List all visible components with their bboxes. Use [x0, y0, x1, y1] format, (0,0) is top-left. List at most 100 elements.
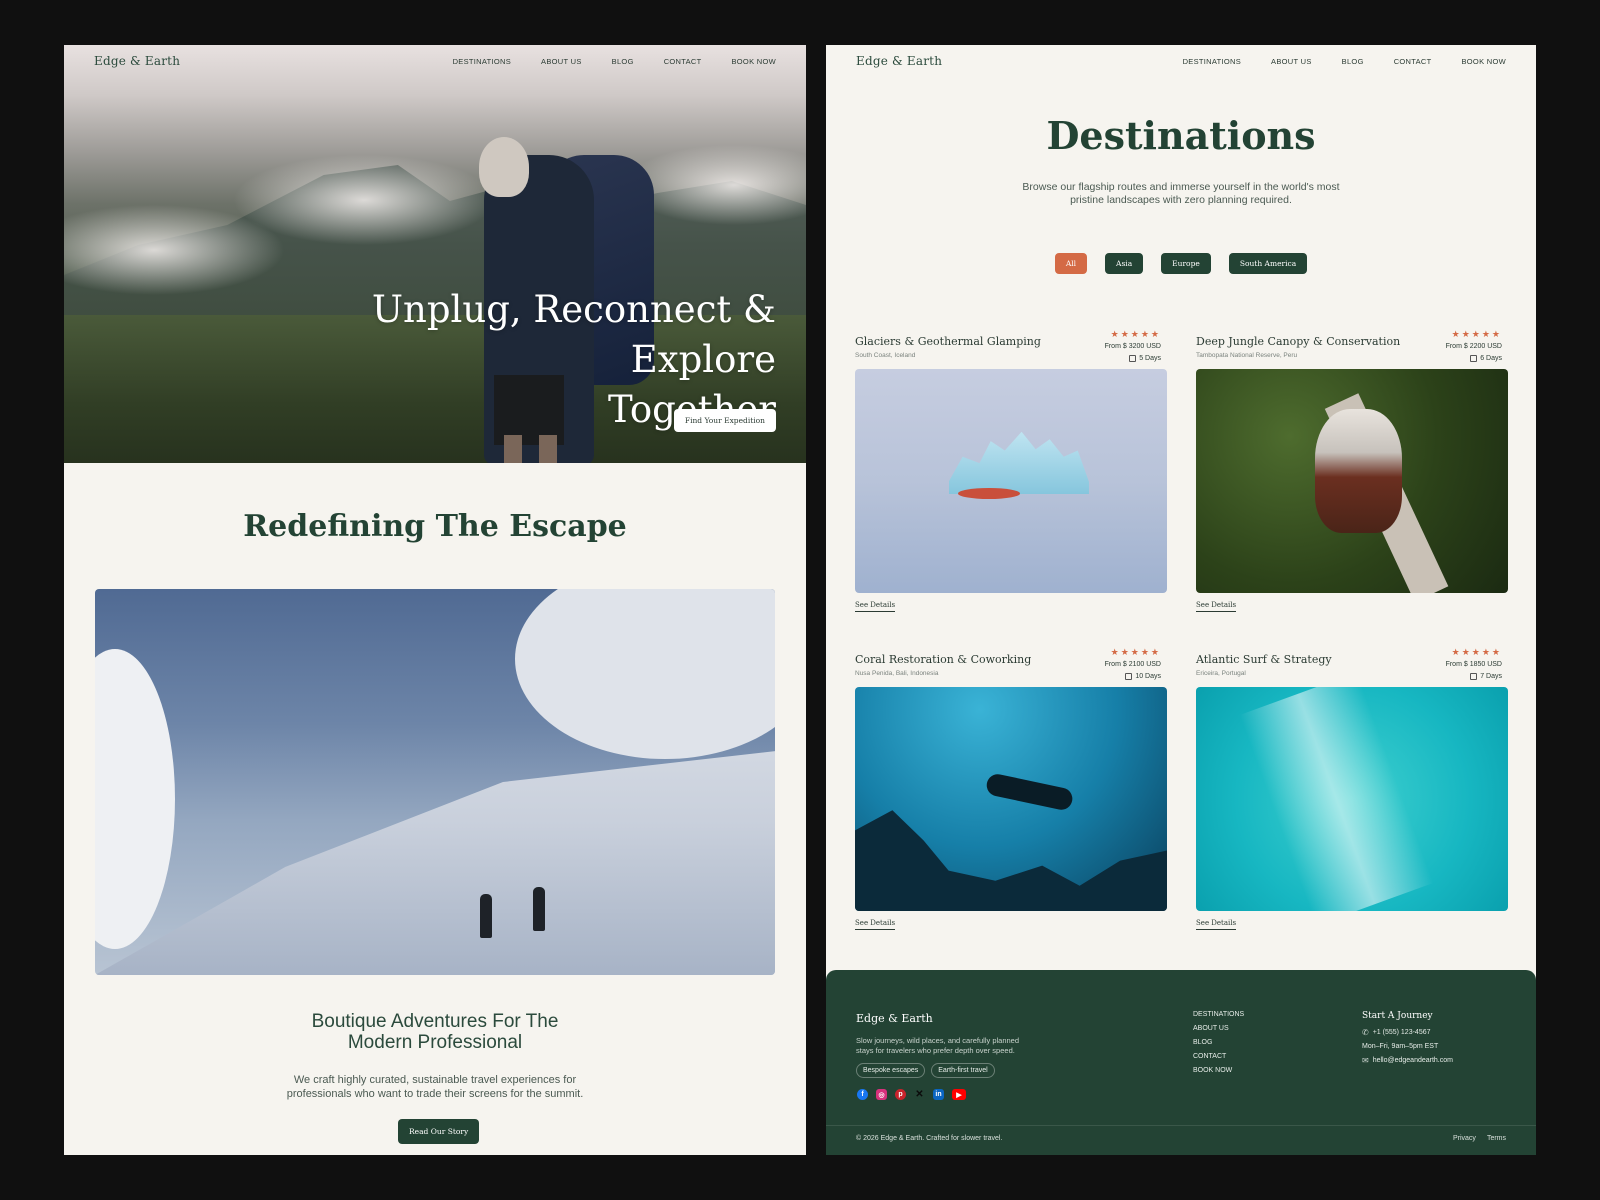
duration-label: 5 Days: [1139, 355, 1161, 362]
footer-link-about-us[interactable]: ABOUT US: [1193, 1025, 1244, 1032]
footer: Edge & Earth Slow journeys, wild places,…: [826, 970, 1536, 1155]
phone-number[interactable]: +1 (555) 123-4567: [1373, 1029, 1431, 1036]
coral-image[interactable]: [855, 687, 1167, 911]
youtube-icon[interactable]: ▶: [952, 1089, 966, 1100]
surf-image[interactable]: [1196, 687, 1508, 911]
see-details-link[interactable]: See Details: [1196, 919, 1237, 930]
card-title[interactable]: Coral Restoration & Coworking: [855, 653, 1031, 666]
see-details-link[interactable]: See Details: [855, 919, 896, 930]
card-duration: 7 Days: [1470, 673, 1502, 680]
footer-divider: [826, 1125, 1536, 1126]
page-intro-line2: pristine landscapes with zero planning r…: [1070, 194, 1292, 206]
nav-destinations[interactable]: DESTINATIONS: [453, 57, 511, 66]
calendar-icon: [1125, 673, 1133, 680]
card-location: Tambopata National Reserve, Peru: [1196, 352, 1298, 359]
nav-book-now[interactable]: BOOK NOW: [732, 57, 777, 66]
contact-email[interactable]: ✉ hello@edgeandearth.com: [1362, 1056, 1453, 1065]
find-expedition-button[interactable]: Find Your Expedition: [673, 409, 776, 432]
footer-tag: Bespoke escapes: [856, 1063, 926, 1078]
cloud: [95, 649, 175, 949]
boat: [957, 487, 1021, 499]
nav-book-now[interactable]: BOOK NOW: [1462, 57, 1507, 66]
x-icon[interactable]: ✕: [914, 1089, 925, 1100]
diver: [984, 772, 1075, 813]
nav-blog[interactable]: BLOG: [1342, 57, 1364, 66]
nav-blog[interactable]: BLOG: [612, 57, 634, 66]
filter-europe[interactable]: Europe: [1161, 253, 1211, 274]
facebook-icon[interactable]: f: [857, 1089, 868, 1100]
rating-stars: ★★★★★: [1110, 647, 1161, 657]
pinterest-icon[interactable]: p: [895, 1089, 906, 1100]
subtitle-line2: Modern Professional: [347, 1032, 523, 1053]
intro-line2: professionals who want to trade their sc…: [286, 1088, 584, 1100]
nav-destinations[interactable]: DESTINATIONS: [1183, 57, 1241, 66]
footer-logo[interactable]: Edge & Earth: [856, 1012, 933, 1025]
phone-icon: ✆: [1362, 1028, 1369, 1037]
contact-phone[interactable]: ✆ +1 (555) 123-4567: [1362, 1028, 1453, 1037]
brand-logo[interactable]: Edge & Earth: [94, 54, 180, 68]
nav-about-us[interactable]: ABOUT US: [541, 57, 582, 66]
footer-description-line2: stays for travelers who prefer depth ove…: [856, 1046, 1015, 1055]
snow-mountain-image: [95, 589, 775, 975]
subtitle: Boutique Adventures For The Modern Profe…: [64, 1011, 806, 1053]
read-story-button[interactable]: Read Our Story: [398, 1119, 480, 1144]
footer-link-book-now[interactable]: BOOK NOW: [1193, 1067, 1244, 1074]
filter-asia[interactable]: Asia: [1105, 253, 1144, 274]
footer-description: Slow journeys, wild places, and carefull…: [856, 1036, 1036, 1056]
linkedin-icon[interactable]: in: [933, 1089, 944, 1100]
climber: [533, 887, 545, 931]
brand-logo[interactable]: Edge & Earth: [856, 54, 942, 68]
nav-about-us[interactable]: ABOUT US: [1271, 57, 1312, 66]
card-price: From $ 2100 USD: [1104, 661, 1161, 668]
see-details-link[interactable]: See Details: [855, 601, 896, 612]
footer-link-blog[interactable]: BLOG: [1193, 1039, 1244, 1046]
filter-all[interactable]: All: [1054, 253, 1088, 274]
page-title: Destinations: [1046, 113, 1316, 158]
footer-link-contact[interactable]: CONTACT: [1193, 1053, 1244, 1060]
footer-tag: Earth-first travel: [931, 1063, 995, 1078]
see-details-link[interactable]: See Details: [1196, 601, 1237, 612]
calendar-icon: [1470, 355, 1478, 362]
reef: [855, 810, 1167, 911]
card-title[interactable]: Deep Jungle Canopy & Conservation: [1196, 335, 1400, 348]
subtitle-line1: Boutique Adventures For The: [311, 1011, 559, 1032]
filter-south-america[interactable]: South America: [1228, 253, 1308, 274]
filter-bar: All Asia Europe South America: [826, 253, 1536, 274]
cloud: [515, 589, 775, 759]
footer-nav: DESTINATIONS ABOUT US BLOG CONTACT BOOK …: [1193, 1011, 1244, 1074]
card-title[interactable]: Glaciers & Geothermal Glamping: [855, 335, 1041, 348]
duration-label: 6 Days: [1480, 355, 1502, 362]
page-intro: Browse our flagship routes and immerse y…: [826, 181, 1536, 207]
footer-link-destinations[interactable]: DESTINATIONS: [1193, 1011, 1244, 1018]
nav-contact[interactable]: CONTACT: [1394, 57, 1432, 66]
card-location: Ericeira, Portugal: [1196, 670, 1246, 677]
card-location: South Coast, Iceland: [855, 352, 916, 359]
hiker-hood: [479, 137, 529, 197]
intro-text: We craft highly curated, sustainable tra…: [64, 1073, 806, 1101]
hero-title-line1: Unplug, Reconnect & Explore: [371, 288, 776, 381]
card-duration: 5 Days: [1129, 355, 1161, 362]
nav-contact[interactable]: CONTACT: [664, 57, 702, 66]
rating-stars: ★★★★★: [1451, 647, 1502, 657]
footer-tags: Bespoke escapes Earth-first travel: [856, 1063, 995, 1078]
iceberg: [948, 431, 1089, 495]
intro-line1: We craft highly curated, sustainable tra…: [293, 1074, 577, 1086]
legal-links: Privacy Terms: [1453, 1135, 1506, 1142]
email-address[interactable]: hello@edgeandearth.com: [1373, 1057, 1453, 1064]
monkey: [1314, 409, 1402, 533]
instagram-icon[interactable]: ◎: [876, 1089, 887, 1100]
glacier-image[interactable]: [855, 369, 1167, 593]
section-title: Redefining The Escape: [243, 509, 627, 544]
footer-description-line1: Slow journeys, wild places, and carefull…: [856, 1036, 1020, 1045]
nav-menu: DESTINATIONS ABOUT US BLOG CONTACT BOOK …: [1183, 57, 1506, 66]
duration-label: 10 Days: [1135, 673, 1161, 680]
contact-title: Start A Journey: [1362, 1011, 1433, 1021]
privacy-link[interactable]: Privacy: [1453, 1135, 1476, 1142]
rating-stars: ★★★★★: [1451, 329, 1502, 339]
card-title[interactable]: Atlantic Surf & Strategy: [1196, 653, 1332, 666]
jungle-image[interactable]: [1196, 369, 1508, 593]
copyright: © 2026 Edge & Earth. Crafted for slower …: [856, 1135, 1003, 1142]
social-links: f ◎ p ✕ in ▶: [857, 1089, 966, 1100]
terms-link[interactable]: Terms: [1487, 1135, 1506, 1142]
hero-section: Unplug, Reconnect & Explore Together Fin…: [64, 45, 806, 463]
